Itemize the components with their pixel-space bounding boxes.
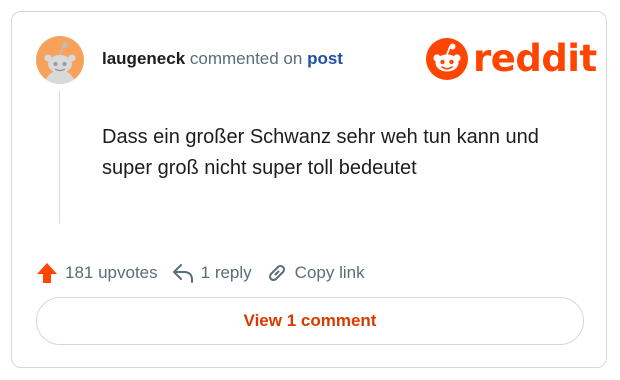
copy-link-label: Copy link [294,263,365,282]
copy-link-button[interactable]: Copy link [266,262,365,284]
avatar[interactable] [36,36,84,84]
reddit-snoo-icon [426,38,468,80]
link-icon [268,264,285,282]
thread-line [59,90,60,223]
default-snoo-avatar-icon [44,42,76,84]
upvote-count: 181 upvotes [65,263,158,282]
reply-icon [172,264,193,283]
comment-actions: 181 upvotes 1 reply Copy link [36,259,379,287]
upvote-arrow-icon [37,263,57,283]
reply-count: 1 reply [200,263,252,282]
view-comments-button[interactable]: View 1 comment [36,297,584,345]
reddit-wordmark: reddit [473,37,597,80]
post-link[interactable]: post [307,49,343,68]
comment-header: laugeneck commented on post [102,49,343,69]
upvote-button[interactable]: 181 upvotes [36,262,158,284]
reddit-logo[interactable]: reddit [426,38,597,80]
action-text: commented on [189,49,303,68]
comment-body: Dass ein großer Schwanz sehr weh tun kan… [102,126,539,179]
reply-button[interactable]: 1 reply [172,262,252,284]
author-name[interactable]: laugeneck [102,49,185,68]
